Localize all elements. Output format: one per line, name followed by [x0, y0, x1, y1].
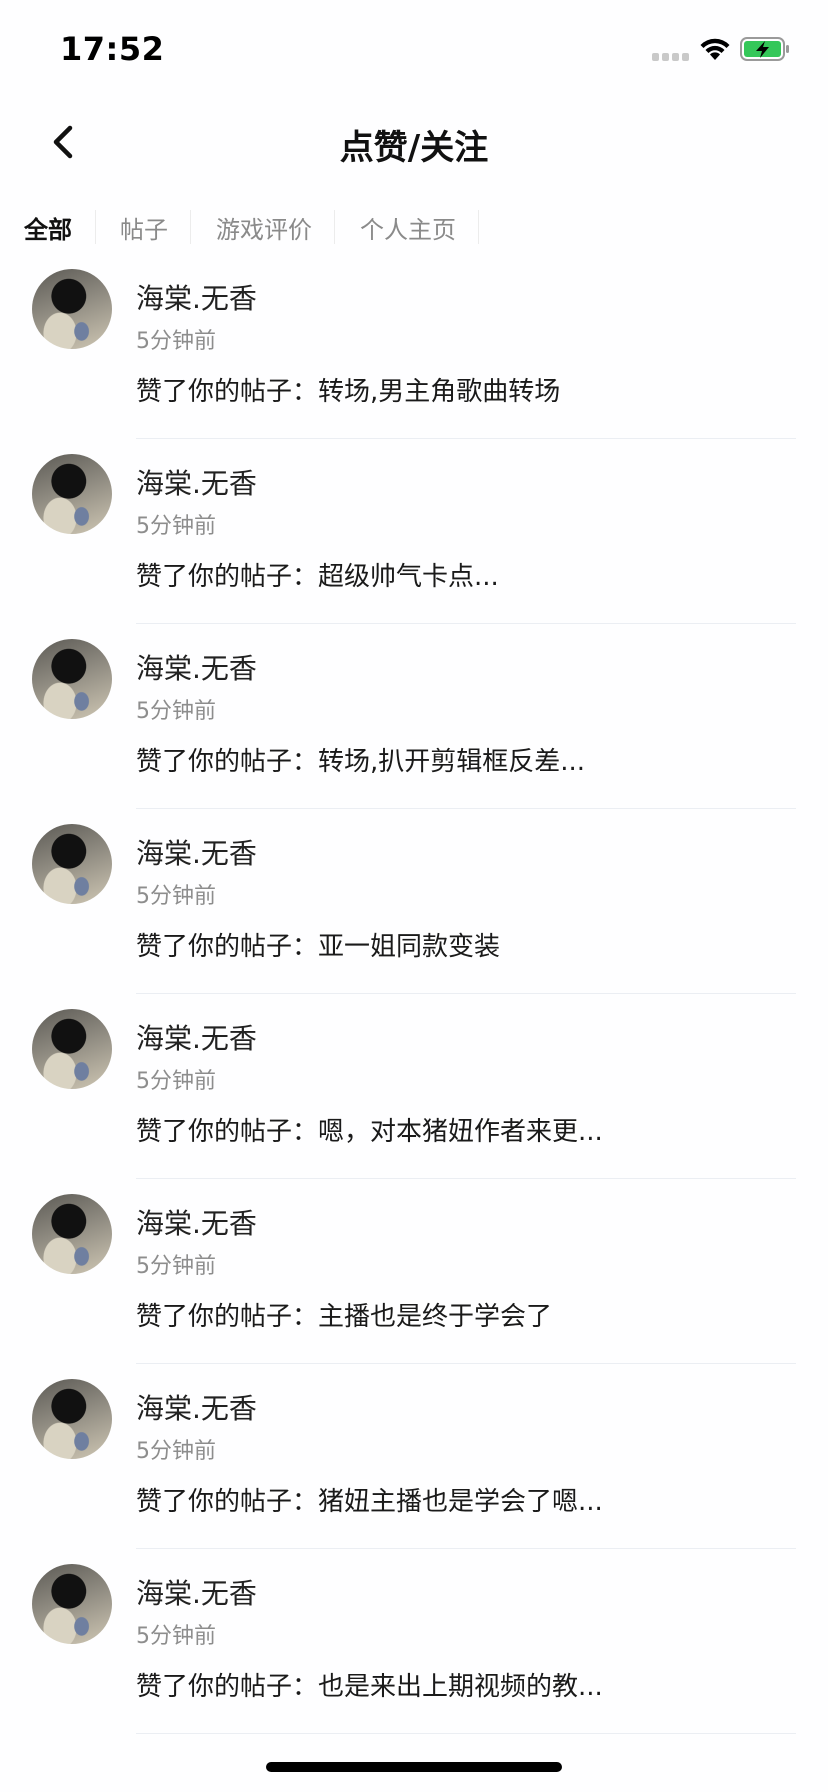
avatar[interactable] — [32, 824, 112, 904]
user-name[interactable]: 海棠.无香 — [136, 462, 257, 502]
divider — [136, 1548, 796, 1549]
notification-item[interactable]: 海棠.无香 5分钟前 赞了你的帖子：也是来出上期视频的教... — [0, 1560, 828, 1735]
notification-text[interactable]: 赞了你的帖子：主播也是终于学会了 — [136, 1296, 552, 1333]
timestamp: 5分钟前 — [136, 1069, 216, 1094]
tab-separator — [190, 210, 191, 244]
timestamp: 5分钟前 — [136, 1439, 216, 1464]
user-name[interactable]: 海棠.无香 — [136, 1017, 257, 1057]
notification-item[interactable]: 海棠.无香 5分钟前 赞了你的帖子：主播也是终于学会了 — [0, 1190, 828, 1375]
avatar[interactable] — [32, 639, 112, 719]
avatar[interactable] — [32, 1009, 112, 1089]
notification-item[interactable]: 海棠.无香 5分钟前 赞了你的帖子：转场,男主角歌曲转场 — [0, 265, 828, 450]
divider — [136, 438, 796, 439]
tab-game-reviews[interactable]: 游戏评价 — [216, 210, 312, 245]
avatar[interactable] — [32, 1194, 112, 1274]
divider — [136, 1733, 796, 1734]
notification-list[interactable]: 海棠.无香 5分钟前 赞了你的帖子：转场,男主角歌曲转场 海棠.无香 5分钟前 … — [0, 265, 828, 1735]
home-indicator[interactable] — [266, 1762, 562, 1772]
tab-separator — [478, 210, 479, 244]
notification-item[interactable]: 海棠.无香 5分钟前 赞了你的帖子：亚一姐同款变装 — [0, 820, 828, 1005]
divider — [136, 1178, 796, 1179]
tab-separator — [334, 210, 335, 244]
timestamp: 5分钟前 — [136, 884, 216, 909]
timestamp: 5分钟前 — [136, 1254, 216, 1279]
page-title: 点赞/关注 — [339, 128, 489, 168]
avatar[interactable] — [32, 1564, 112, 1644]
battery-charging-icon — [740, 37, 789, 61]
tab-posts[interactable]: 帖子 — [120, 210, 168, 245]
notification-text[interactable]: 赞了你的帖子：转场,扒开剪辑框反差... — [136, 741, 585, 778]
user-name[interactable]: 海棠.无香 — [136, 1387, 257, 1427]
avatar[interactable] — [32, 1379, 112, 1459]
user-name[interactable]: 海棠.无香 — [136, 832, 257, 872]
cellular-signal-icon — [652, 53, 692, 63]
notification-text[interactable]: 赞了你的帖子：猪妞主播也是学会了嗯... — [136, 1481, 603, 1518]
avatar[interactable] — [32, 269, 112, 349]
user-name[interactable]: 海棠.无香 — [136, 277, 257, 317]
notification-item[interactable]: 海棠.无香 5分钟前 赞了你的帖子：超级帅气卡点... — [0, 450, 828, 635]
navigation-bar: 点赞/关注 — [0, 100, 828, 188]
timestamp: 5分钟前 — [136, 514, 216, 539]
user-name[interactable]: 海棠.无香 — [136, 647, 257, 687]
avatar[interactable] — [32, 454, 112, 534]
tab-profile[interactable]: 个人主页 — [360, 210, 456, 245]
tab-separator — [95, 210, 96, 244]
timestamp: 5分钟前 — [136, 699, 216, 724]
tab-all[interactable]: 全部 — [24, 210, 72, 245]
notification-text[interactable]: 赞了你的帖子：亚一姐同款变装 — [136, 926, 500, 963]
user-name[interactable]: 海棠.无香 — [136, 1202, 257, 1242]
notification-item[interactable]: 海棠.无香 5分钟前 赞了你的帖子：嗯，对本猪妞作者来更... — [0, 1005, 828, 1190]
notification-text[interactable]: 赞了你的帖子：嗯，对本猪妞作者来更... — [136, 1111, 603, 1148]
divider — [136, 808, 796, 809]
notification-item[interactable]: 海棠.无香 5分钟前 赞了你的帖子：猪妞主播也是学会了嗯... — [0, 1375, 828, 1560]
divider — [136, 623, 796, 624]
divider — [136, 1363, 796, 1364]
user-name[interactable]: 海棠.无香 — [136, 1572, 257, 1612]
wifi-icon — [700, 38, 730, 60]
status-time: 17:52 — [60, 30, 165, 68]
notification-item[interactable]: 海棠.无香 5分钟前 赞了你的帖子：转场,扒开剪辑框反差... — [0, 635, 828, 820]
tab-bar: 全部 帖子 游戏评价 个人主页 — [0, 196, 828, 258]
timestamp: 5分钟前 — [136, 1624, 216, 1649]
divider — [136, 993, 796, 994]
notification-text[interactable]: 赞了你的帖子：转场,男主角歌曲转场 — [136, 371, 560, 408]
status-bar: 17:52 — [0, 0, 828, 100]
timestamp: 5分钟前 — [136, 329, 216, 354]
notification-text[interactable]: 赞了你的帖子：也是来出上期视频的教... — [136, 1666, 603, 1703]
notification-text[interactable]: 赞了你的帖子：超级帅气卡点... — [136, 556, 499, 593]
